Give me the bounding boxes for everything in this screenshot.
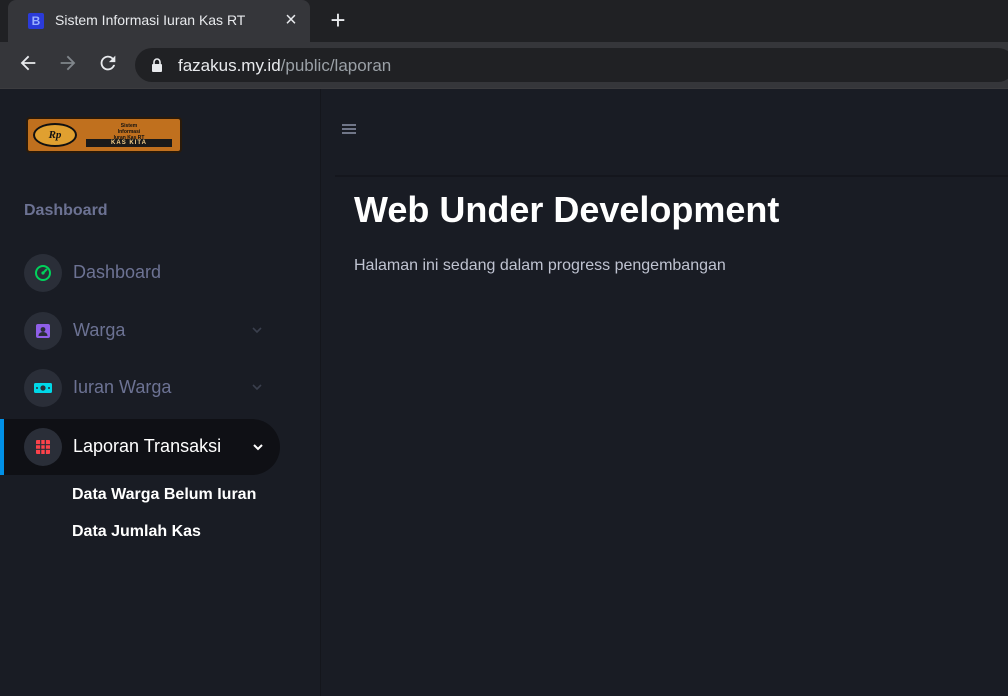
chevron-down-icon[interactable] [250, 380, 264, 394]
sidebar-item-laporan-transaksi[interactable]: Laporan Transaksi [0, 419, 280, 475]
hamburger-menu-icon[interactable] [341, 122, 357, 136]
main-content: Web Under Development Halaman ini sedang… [320, 89, 1008, 696]
url-host: fazakus.my.id [178, 56, 281, 75]
reload-icon[interactable] [95, 52, 121, 78]
cash-icon [24, 369, 62, 407]
back-icon[interactable] [15, 52, 41, 78]
url-text: fazakus.my.id/public/laporan [178, 56, 391, 76]
logo-badge: Rp [33, 123, 77, 147]
sidebar-item-label: Laporan Transaksi [73, 436, 222, 456]
chevron-down-icon[interactable] [250, 323, 264, 337]
sidebar-item-dashboard[interactable]: Dashboard [0, 245, 280, 301]
brand-logo[interactable]: Rp Sistem Informasi Iuran Kas RT KAS KIT… [26, 117, 182, 153]
submenu-item-data-jumlah-kas[interactable]: Data Jumlah Kas [72, 523, 201, 541]
content-panel [335, 177, 1008, 696]
sidebar-item-label: Warga [73, 320, 126, 340]
chevron-down-icon[interactable] [251, 440, 265, 454]
sidebar-item-label: Iuran Warga [73, 377, 172, 397]
speedometer-icon [24, 254, 62, 292]
lock-icon [152, 58, 162, 72]
submenu-item-data-warga-belum-iuran[interactable]: Data Warga Belum Iuran [72, 486, 256, 504]
page-title: Web Under Development [354, 189, 780, 230]
close-tab-icon[interactable]: × [280, 9, 302, 31]
browser-toolbar: fazakus.my.id/public/laporan [0, 42, 1008, 88]
logo-bottom-text: KAS KITA [86, 139, 172, 147]
sidebar-item-iuran-warga[interactable]: Iuran Warga [0, 360, 280, 416]
favicon-icon: B [28, 13, 44, 29]
sidebar-item-label: Dashboard [73, 262, 162, 282]
new-tab-icon[interactable]: + [326, 7, 350, 33]
browser-tab-strip: B Sistem Informasi Iuran Kas RT × + [0, 0, 1008, 42]
sidebar-item-warga[interactable]: Warga [0, 303, 280, 359]
address-bar[interactable]: fazakus.my.id/public/laporan [135, 48, 1008, 82]
sidebar-section-label: Dashboard [24, 202, 108, 219]
url-path: /public/laporan [280, 56, 392, 75]
browser-tab[interactable]: B Sistem Informasi Iuran Kas RT × [8, 0, 310, 42]
forward-icon[interactable] [55, 52, 81, 78]
tab-title: Sistem Informasi Iuran Kas RT [55, 12, 246, 28]
page-description: Halaman ini sedang dalam progress pengem… [354, 257, 726, 274]
contact-card-icon [24, 312, 62, 350]
table-icon [24, 428, 62, 466]
sidebar: Rp Sistem Informasi Iuran Kas RT KAS KIT… [0, 89, 320, 696]
